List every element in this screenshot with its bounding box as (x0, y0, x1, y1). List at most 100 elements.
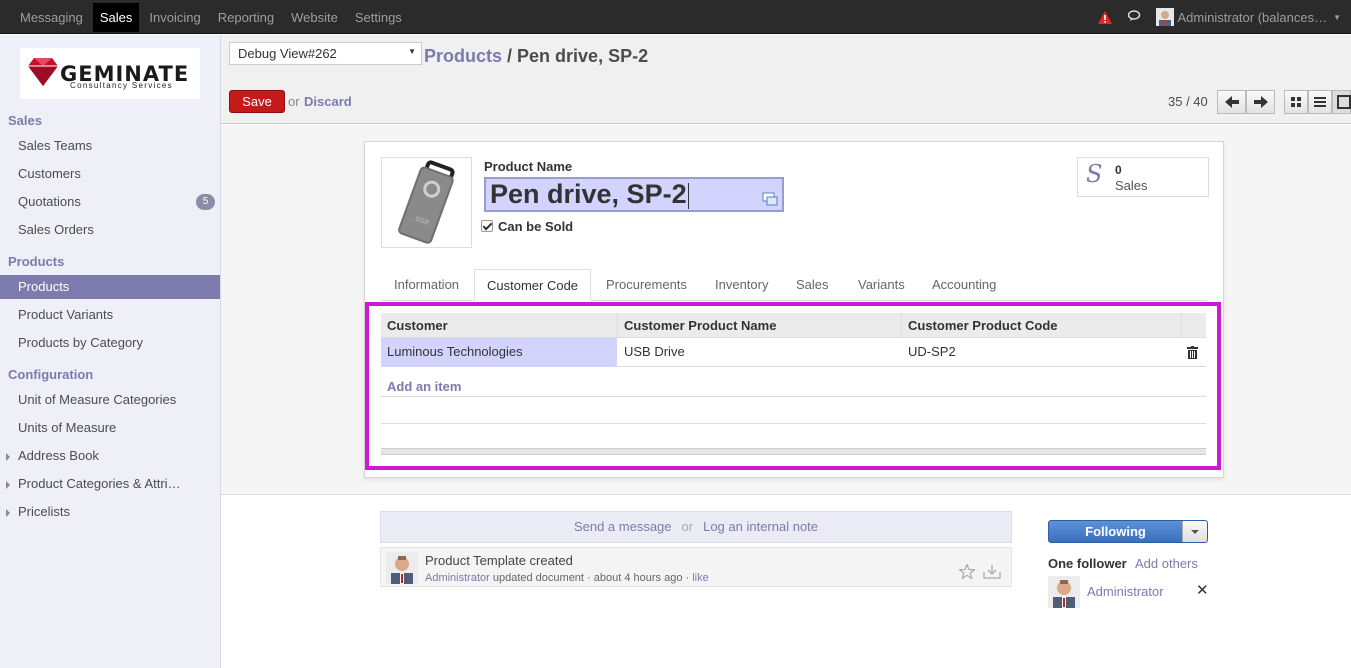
menu-reporting[interactable]: Reporting (214, 3, 278, 32)
expand-arrow-icon (6, 481, 10, 489)
sidebar-item-customers[interactable]: Customers (0, 162, 220, 186)
tab-variants[interactable]: Variants (858, 269, 905, 301)
save-button[interactable]: Save (229, 90, 285, 113)
send-message-link[interactable]: Send a message (574, 519, 672, 534)
sidebar-item-products[interactable]: Products (0, 275, 220, 299)
dollar-strike-icon: S (1086, 160, 1103, 188)
warning-icon[interactable] (1097, 10, 1112, 24)
tab-sales[interactable]: Sales (796, 269, 829, 301)
debug-view-select[interactable]: Debug View#262 ▼ (229, 42, 422, 65)
following-label: Following (1085, 524, 1146, 539)
remove-follower-icon[interactable]: ✕ (1196, 581, 1209, 599)
tab-procurements[interactable]: Procurements (606, 269, 687, 301)
sidebar-item-sales-orders[interactable]: Sales Orders (0, 218, 220, 242)
topbar-right: Administrator (balances… ▼ (1097, 0, 1341, 34)
company-logo[interactable]: GEMINATE Consultancy Services (20, 48, 200, 99)
author-avatar[interactable] (386, 552, 418, 584)
cell-product-name[interactable]: USB Drive (618, 338, 902, 367)
gem-logo-icon (28, 58, 58, 86)
pager-counter[interactable]: 35 / 40 (1168, 94, 1208, 109)
sidebar-item-label: Customers (18, 166, 81, 181)
sidebar: GEMINATE Consultancy Services Sales Sale… (0, 35, 221, 668)
product-name-label: Product Name (484, 159, 573, 174)
sidebar-item-address-book[interactable]: Address Book (0, 444, 220, 468)
sidebar-item-product-variants[interactable]: Product Variants (0, 303, 220, 327)
sidebar-item-products-by-category[interactable]: Products by Category (0, 331, 220, 355)
kanban-icon (1291, 97, 1301, 107)
sidebar-item-units-of-measure[interactable]: Units of Measure (0, 416, 220, 440)
follower-avatar[interactable] (1048, 576, 1080, 608)
sales-stat-label: Sales (1115, 178, 1148, 193)
cell-product-code[interactable]: UD-SP2 (902, 338, 1172, 367)
add-item-link[interactable]: Add an item (387, 379, 461, 394)
add-others-link[interactable]: Add others (1135, 556, 1198, 571)
tab-customer-code[interactable]: Customer Code (474, 269, 592, 301)
section-configuration: Configuration (8, 367, 94, 382)
sidebar-item-uom-categories[interactable]: Unit of Measure Categories (0, 388, 220, 412)
tab-inventory[interactable]: Inventory (715, 269, 768, 301)
form-view-button[interactable] (1332, 90, 1351, 114)
menu-website[interactable]: Website (287, 3, 342, 32)
star-icon[interactable] (957, 562, 977, 580)
product-name-input[interactable]: Pen drive, SP-2 (484, 177, 784, 212)
menu-sales[interactable]: Sales (92, 2, 140, 32)
like-link[interactable]: like (692, 572, 709, 584)
message-actions (957, 562, 1001, 583)
sidebar-item-pricelists[interactable]: Pricelists (0, 500, 220, 524)
can-be-sold-label: Can be Sold (498, 219, 574, 234)
sidebar-item-quotations[interactable]: Quotations 5 (0, 190, 220, 214)
sidebar-item-sales-teams[interactable]: Sales Teams (0, 134, 220, 158)
delete-row-button[interactable] (1181, 338, 1205, 367)
following-button[interactable]: Following (1048, 520, 1208, 543)
product-image[interactable]: 8GB (381, 157, 472, 248)
breadcrumb-current: Pen drive, SP-2 (517, 46, 649, 66)
column-header-product-code[interactable]: Customer Product Code (902, 313, 1182, 338)
sidebar-item-label: Pricelists (18, 504, 71, 519)
can-be-sold-checkbox[interactable] (481, 220, 493, 232)
sales-stat-button[interactable]: S 0 Sales (1077, 157, 1209, 197)
discard-link[interactable]: Discard (304, 94, 352, 109)
follow-options-dropdown[interactable] (1182, 521, 1207, 542)
sidebar-item-product-categories[interactable]: Product Categories & Attri… (0, 472, 220, 496)
follower-name-link[interactable]: Administrator (1087, 584, 1164, 599)
column-header-product-name[interactable]: Customer Product Name (618, 313, 902, 338)
main-content: Debug View#262 ▼ Products / Pen drive, S… (221, 35, 1351, 668)
user-name[interactable]: Administrator (balances… (1178, 10, 1328, 25)
expand-arrow-icon (6, 453, 10, 461)
translate-icon[interactable] (762, 182, 778, 213)
user-avatar[interactable] (1155, 8, 1174, 26)
next-record-button[interactable] (1246, 90, 1275, 114)
or-text: or (681, 519, 694, 534)
section-sales: Sales (8, 113, 42, 128)
message-author-link[interactable]: Administrator (425, 572, 490, 584)
expand-arrow-icon (6, 509, 10, 517)
tab-information[interactable]: Information (394, 269, 459, 301)
sidebar-item-label: Product Variants (18, 307, 114, 322)
table-row[interactable]: Luminous Technologies USB Drive UD-SP2 (381, 338, 1206, 367)
previous-record-button[interactable] (1217, 90, 1246, 114)
chevron-down-icon[interactable]: ▼ (1333, 13, 1341, 22)
log-note-link[interactable]: Log an internal note (703, 519, 818, 534)
archive-icon[interactable] (983, 564, 1001, 579)
top-menu: Messaging Sales Invoicing Reporting Webs… (16, 0, 415, 34)
cell-customer[interactable]: Luminous Technologies (381, 338, 617, 367)
menu-invoicing[interactable]: Invoicing (145, 3, 204, 32)
sales-count: 0 (1115, 163, 1122, 177)
list-view-button[interactable] (1308, 90, 1332, 114)
form-sheet: 8GB Product Name Pen drive, SP-2 Can be … (364, 141, 1224, 478)
menu-settings[interactable]: Settings (351, 3, 406, 32)
column-header-customer[interactable]: Customer (381, 313, 618, 338)
chat-icon[interactable] (1127, 9, 1142, 25)
arrow-right-icon (1253, 96, 1268, 108)
menu-messaging[interactable]: Messaging (16, 3, 87, 32)
product-name-value: Pen drive, SP-2 (490, 179, 687, 209)
message-meta: Administrator updated document · about 4… (425, 572, 709, 584)
row-divider (381, 423, 1206, 424)
tab-accounting[interactable]: Accounting (932, 269, 996, 301)
text-cursor (687, 182, 689, 209)
top-navbar: Messaging Sales Invoicing Reporting Webs… (0, 0, 1351, 34)
chatter-message: Product Template created Administrator u… (380, 547, 1012, 587)
breadcrumb-products-link[interactable]: Products (424, 46, 502, 66)
table-footer (381, 448, 1206, 455)
kanban-view-button[interactable] (1284, 90, 1308, 114)
